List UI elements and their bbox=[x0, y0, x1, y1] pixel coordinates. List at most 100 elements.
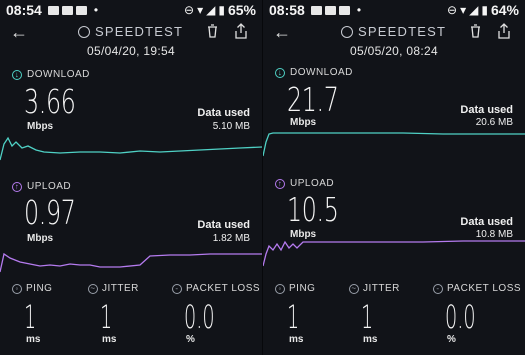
packet-loss-stat: - PACKET LOSS 0.0 % bbox=[172, 283, 260, 345]
upload-label: ↑ UPLOAD bbox=[275, 178, 334, 189]
download-label: ↓ DOWNLOAD bbox=[12, 69, 90, 80]
ping-value: 1 bbox=[287, 298, 300, 336]
upload-label-text: UPLOAD bbox=[290, 178, 335, 189]
app-title: SPEEDTEST bbox=[341, 24, 446, 39]
download-graph-line bbox=[263, 132, 525, 157]
jitter-icon: ~ bbox=[88, 283, 98, 294]
upload-data-used-label: Data used bbox=[197, 219, 250, 231]
battery-percent: 64% bbox=[490, 2, 519, 18]
jitter-label-text: JITTER bbox=[102, 283, 139, 294]
download-speed: 3.66 bbox=[24, 82, 76, 121]
status-bar: 08:54 • ⊖ ▾ ◢ ▮ 65% bbox=[0, 0, 262, 20]
download-icon: ↓ bbox=[275, 67, 285, 78]
packet-loss-value: 0.0 bbox=[184, 298, 215, 336]
ping-stat: ◦ PING 1 ms bbox=[12, 283, 52, 345]
jitter-label-text: JITTER bbox=[363, 283, 400, 294]
app-title-text: SPEEDTEST bbox=[95, 24, 184, 39]
download-graph-line bbox=[0, 136, 262, 161]
jitter-stat: ~ JITTER 1 ms bbox=[88, 283, 139, 345]
battery-icon: ▮ bbox=[218, 3, 225, 17]
wifi-icon: ▾ bbox=[460, 3, 467, 17]
ping-value: 1 bbox=[24, 298, 37, 336]
ping-label-text: PING bbox=[26, 283, 53, 294]
download-speed: 21.7 bbox=[287, 80, 339, 119]
notification-dot-icon: • bbox=[93, 3, 99, 17]
download-label-text: DOWNLOAD bbox=[290, 67, 353, 78]
dnd-icon: ⊖ bbox=[447, 3, 458, 17]
trash-icon[interactable] bbox=[470, 24, 481, 38]
speedometer-icon bbox=[78, 25, 90, 38]
upload-speed: 0.97 bbox=[24, 193, 76, 232]
download-icon: ↓ bbox=[12, 69, 22, 80]
test-timestamp: 05/04/20, 19:54 bbox=[87, 44, 175, 58]
signal-icon: ◢ bbox=[206, 3, 216, 17]
packet-loss-icon: - bbox=[172, 283, 182, 294]
download-label-text: DOWNLOAD bbox=[27, 69, 90, 80]
ping-label: ◦ PING bbox=[275, 283, 315, 294]
toolbar: ← SPEEDTEST bbox=[0, 22, 262, 44]
back-arrow-icon[interactable]: ← bbox=[10, 22, 28, 42]
speedometer-icon bbox=[341, 25, 353, 38]
upload-graph-line bbox=[263, 240, 525, 267]
wifi-icon: ▾ bbox=[197, 3, 204, 17]
toolbar: ← SPEEDTEST bbox=[263, 22, 525, 44]
ping-icon: ◦ bbox=[275, 283, 285, 294]
image-icon bbox=[310, 5, 322, 15]
download-graph bbox=[0, 136, 262, 161]
ping-label-text: PING bbox=[289, 283, 316, 294]
download-data-used-label: Data used bbox=[460, 104, 513, 116]
jitter-stat: ~ JITTER 1 ms bbox=[349, 283, 400, 345]
app-title-text: SPEEDTEST bbox=[358, 24, 447, 39]
ping-label: ◦ PING bbox=[12, 283, 52, 294]
upload-data-used-label: Data used bbox=[460, 216, 513, 228]
packet-loss-stat: - PACKET LOSS 0.0 % bbox=[433, 283, 521, 345]
app-title: SPEEDTEST bbox=[78, 24, 183, 39]
back-arrow-icon[interactable]: ← bbox=[273, 22, 291, 42]
packet-loss-label-text: PACKET LOSS bbox=[186, 283, 261, 294]
mail-icon bbox=[338, 5, 350, 15]
packet-loss-value: 0.0 bbox=[445, 298, 476, 336]
jitter-value: 1 bbox=[361, 298, 374, 336]
battery-icon: ▮ bbox=[481, 3, 488, 17]
status-icons: ⊖ ▾ ◢ ▮ 64% bbox=[447, 2, 519, 18]
signal-icon: ◢ bbox=[469, 3, 479, 17]
result-panel-right: 08:58 • ⊖ ▾ ◢ ▮ 64% ← SPEEDTEST 05/05/20… bbox=[263, 0, 525, 355]
status-time: 08:54 bbox=[6, 2, 42, 18]
trash-icon[interactable] bbox=[207, 24, 218, 38]
packet-loss-label: - PACKET LOSS bbox=[433, 283, 521, 294]
mail-icon bbox=[61, 5, 73, 15]
packet-loss-icon: - bbox=[433, 283, 443, 294]
battery-percent: 65% bbox=[227, 2, 256, 18]
screenshot-composite: 08:54 • ⊖ ▾ ◢ ▮ 65% ← SPEEDTEST 05/04/20… bbox=[0, 0, 525, 355]
status-icons: ⊖ ▾ ◢ ▮ 65% bbox=[184, 2, 256, 18]
jitter-label: ~ JITTER bbox=[349, 283, 400, 294]
jitter-value: 1 bbox=[100, 298, 113, 336]
test-timestamp: 05/05/20, 08:24 bbox=[350, 44, 438, 58]
result-panel-left: 08:54 • ⊖ ▾ ◢ ▮ 65% ← SPEEDTEST 05/04/20… bbox=[0, 0, 262, 355]
download-data-used-label: Data used bbox=[197, 107, 250, 119]
status-time: 08:58 bbox=[269, 2, 305, 18]
ping-icon: ◦ bbox=[12, 283, 22, 294]
image-icon bbox=[47, 5, 59, 15]
share-icon[interactable] bbox=[234, 23, 248, 39]
notification-dot-icon: • bbox=[356, 3, 362, 17]
download-graph bbox=[263, 132, 525, 157]
upload-icon: ↑ bbox=[12, 181, 22, 192]
upload-label: ↑ UPLOAD bbox=[12, 181, 71, 192]
upload-graph bbox=[263, 240, 525, 267]
upload-graph bbox=[0, 252, 262, 273]
ping-stat: ◦ PING 1 ms bbox=[275, 283, 315, 345]
jitter-icon: ~ bbox=[349, 283, 359, 294]
app-icon bbox=[324, 5, 336, 15]
status-bar: 08:58 • ⊖ ▾ ◢ ▮ 64% bbox=[263, 0, 525, 20]
packet-loss-label: - PACKET LOSS bbox=[172, 283, 260, 294]
upload-graph-line bbox=[0, 252, 262, 273]
download-label: ↓ DOWNLOAD bbox=[275, 67, 353, 78]
upload-icon: ↑ bbox=[275, 178, 285, 189]
share-icon[interactable] bbox=[497, 23, 511, 39]
jitter-label: ~ JITTER bbox=[88, 283, 139, 294]
photo-icon bbox=[75, 5, 87, 15]
packet-loss-label-text: PACKET LOSS bbox=[447, 283, 522, 294]
upload-label-text: UPLOAD bbox=[27, 181, 72, 192]
upload-speed: 10.5 bbox=[287, 190, 339, 229]
